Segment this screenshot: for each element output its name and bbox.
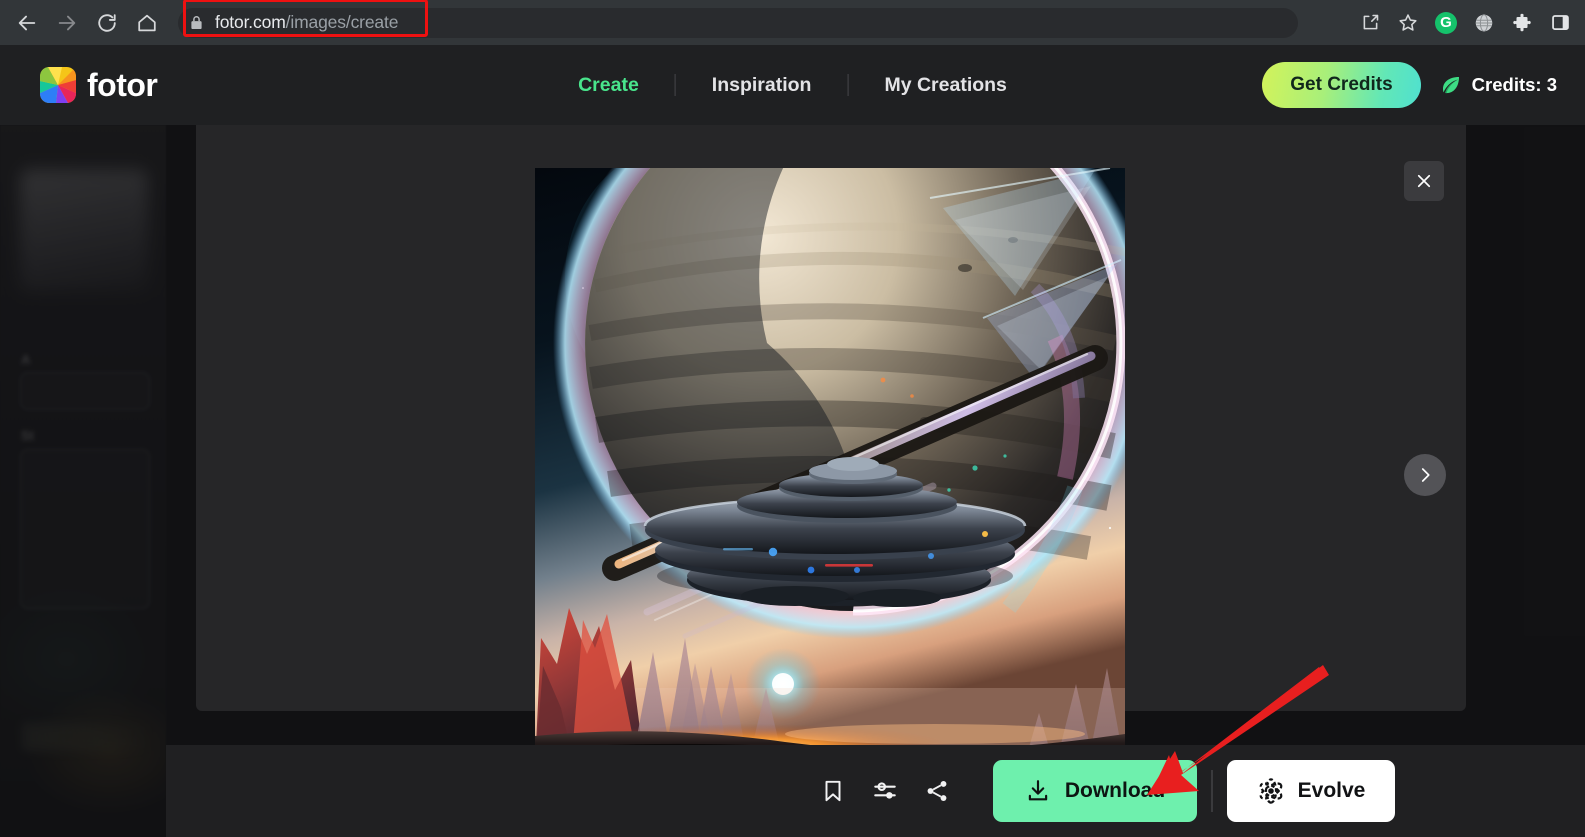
action-divider (1211, 770, 1213, 812)
download-button[interactable]: Download (993, 760, 1197, 822)
browser-nav-buttons (0, 4, 166, 42)
header-right-group: Get Credits Credits: 3 (1262, 62, 1557, 108)
chevron-right-icon (1421, 468, 1430, 482)
bookmark-star-button[interactable] (1391, 6, 1425, 40)
credits-indicator[interactable]: Credits: 3 (1439, 73, 1557, 97)
share-icon (1363, 14, 1378, 30)
fotor-logo-mark (40, 67, 76, 103)
screenshot-root: fotor.com/images/create G Download Evolv… (0, 0, 1585, 837)
back-button[interactable] (8, 4, 46, 42)
site-header: fotor Create Inspiration My Creations Ge… (0, 45, 1585, 125)
back-arrow-icon (18, 15, 36, 30)
leaf-icon (1442, 77, 1459, 94)
bookmark-icon (825, 780, 841, 802)
globe-extension-icon (1475, 13, 1493, 32)
generated-image[interactable] (535, 168, 1125, 757)
atom-icon (1259, 778, 1282, 804)
extensions-puzzle-icon (1513, 13, 1531, 31)
page-body: A St (0, 45, 1585, 837)
color-wheel-icon (40, 67, 76, 103)
url-text: fotor.com/images/create (215, 12, 398, 33)
artwork-canvas (535, 168, 1125, 757)
forward-button[interactable] (48, 4, 86, 42)
address-bar[interactable]: fotor.com/images/create (178, 7, 1298, 38)
reload-button[interactable] (88, 4, 126, 42)
bookmark-star-icon (1399, 13, 1417, 31)
forward-arrow-icon (58, 15, 76, 30)
grammarly-extension-icon: G (1435, 11, 1457, 34)
bookmark-button[interactable] (807, 765, 859, 817)
evolve-label: Evolve (1297, 779, 1366, 802)
share-button[interactable] (1353, 6, 1387, 40)
url-path: /images/create (285, 12, 399, 32)
credits-label: Credits: 3 (1471, 74, 1557, 95)
get-credits-button[interactable]: Get Credits (1262, 62, 1421, 108)
evolve-button[interactable]: Evolve (1227, 760, 1395, 822)
sliders-adjust-icon (874, 782, 896, 799)
download-label: Download (1064, 779, 1166, 802)
close-modal-button[interactable] (1404, 161, 1444, 201)
preview-modal (196, 111, 1466, 757)
next-image-button[interactable] (1404, 454, 1446, 496)
extensions-button[interactable] (1505, 6, 1539, 40)
nav-item-create[interactable]: Create (542, 74, 675, 97)
globe-extension-button[interactable] (1467, 6, 1501, 40)
omnibox-wrapper: fotor.com/images/create (178, 0, 1353, 38)
share-nodes-icon (927, 781, 947, 801)
lock-icon (191, 16, 202, 29)
reload-icon (98, 13, 116, 32)
share-image-button[interactable] (911, 765, 963, 817)
side-panel-button[interactable] (1543, 6, 1577, 40)
home-icon (138, 14, 156, 31)
browser-toolbar: fotor.com/images/create G (0, 0, 1585, 45)
fotor-logo-text: fotor (87, 66, 158, 103)
image-action-bar: Download Evolve (166, 745, 1585, 837)
url-host: fotor.com (215, 12, 286, 32)
adjust-settings-button[interactable] (859, 765, 911, 817)
browser-toolbar-icons: G (1353, 6, 1585, 40)
close-icon (1417, 174, 1431, 188)
nav-item-my-creations[interactable]: My Creations (848, 74, 1042, 97)
main-navigation: Create Inspiration My Creations (542, 74, 1043, 97)
fotor-logo[interactable]: fotor (40, 66, 158, 104)
home-button[interactable] (128, 4, 166, 42)
nav-item-inspiration[interactable]: Inspiration (676, 74, 848, 97)
side-panel-icon (1551, 15, 1569, 30)
download-icon (1028, 780, 1048, 801)
grammarly-extension-button[interactable]: G (1429, 6, 1463, 40)
